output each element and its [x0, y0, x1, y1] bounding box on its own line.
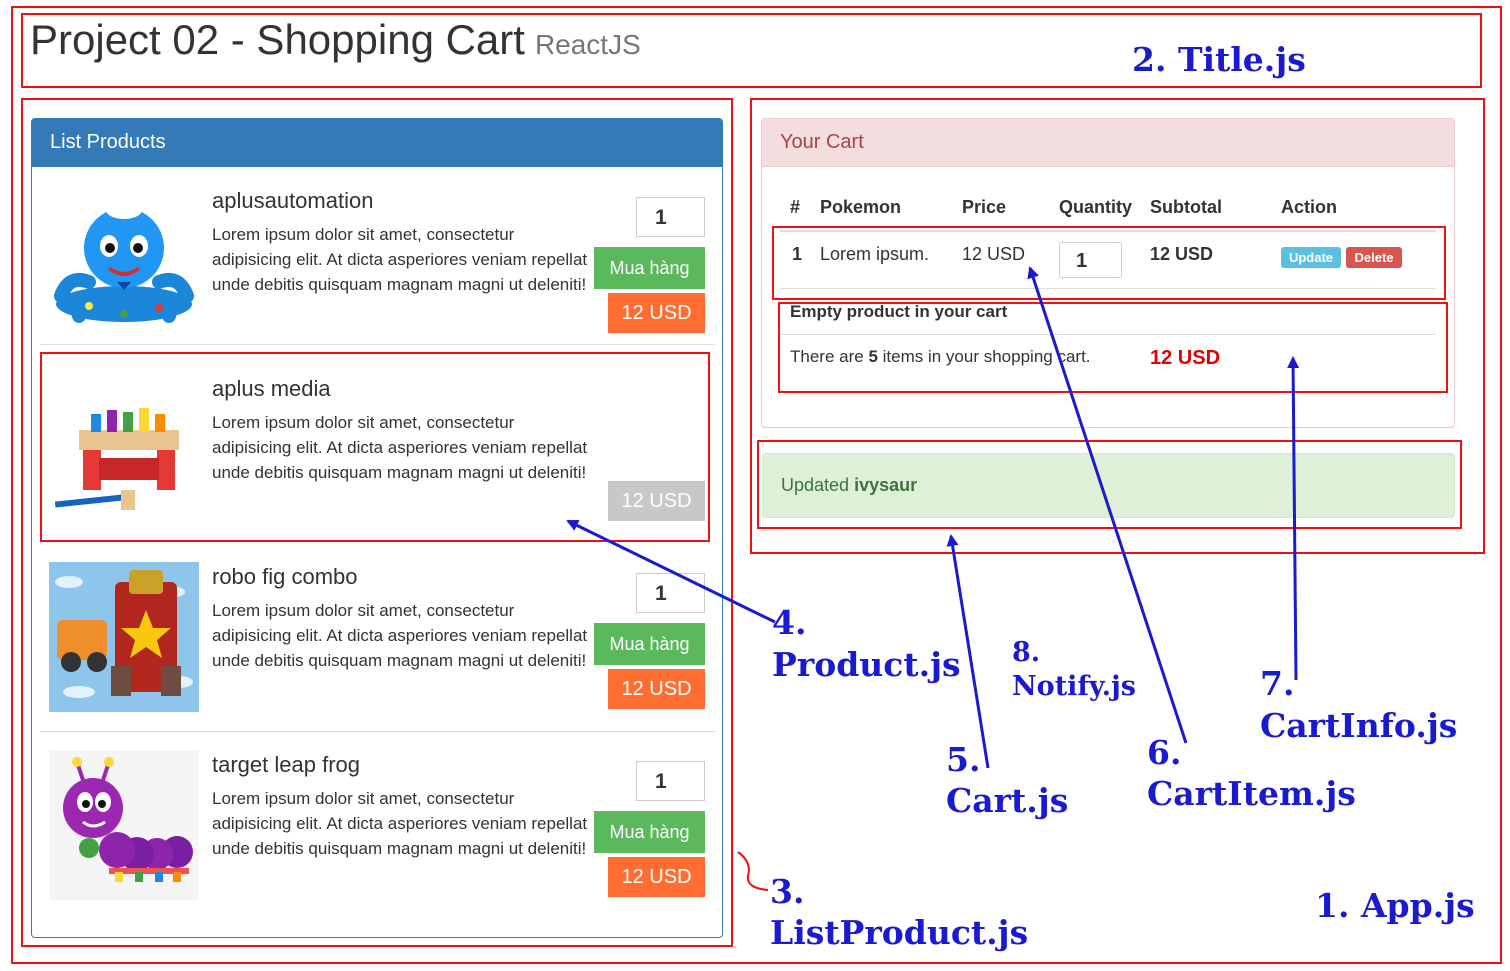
annotation-cartinfo-name: CartInfo.js — [1260, 706, 1458, 745]
annotation-notify-name: Notify.js — [1012, 671, 1136, 702]
annotation-cart-name: Cart.js — [946, 781, 1069, 820]
annotation-listproduct-name: ListProduct.js — [770, 913, 1029, 952]
annotation-cartitem-name: CartItem.js — [1147, 774, 1356, 813]
product-arrow — [566, 519, 776, 624]
annotation-product-name: Product.js — [772, 645, 961, 684]
annotation-cartinfo-number: 7. — [1260, 664, 1295, 703]
annotation-arrows — [566, 266, 1300, 891]
annotation-notify-number: 8. — [1012, 637, 1041, 668]
annotation-product-number: 4. — [772, 603, 807, 642]
annotation-listproduct-number: 3. — [770, 872, 805, 911]
annotation-app: 1. App.js — [1315, 886, 1475, 925]
listproduct-pointer — [737, 851, 769, 891]
annotation-cartitem-number: 6. — [1147, 733, 1182, 772]
annotation-title: 2. Title.js — [1132, 40, 1306, 79]
annotation-cart-number: 5. — [946, 740, 981, 779]
cartinfo-arrow — [1287, 356, 1300, 681]
